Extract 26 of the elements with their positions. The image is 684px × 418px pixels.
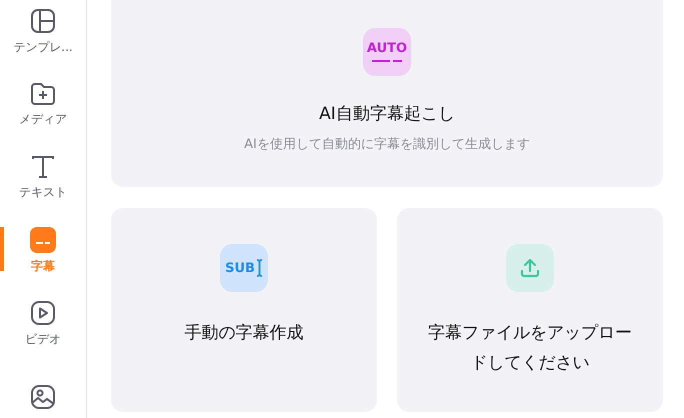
text-icon [31, 154, 55, 179]
active-indicator [0, 226, 4, 271]
option-card[interactable]: SUB 手動の字幕作成 [111, 208, 377, 412]
card-title: 字幕ファイルをアップロードしてください [427, 322, 633, 375]
upload-icon [506, 244, 554, 292]
sidebar-label: メディア [19, 110, 67, 128]
option-card[interactable]: 字幕ファイルをアップロードしてください [397, 208, 663, 412]
image-icon [30, 384, 56, 410]
subtitle-edit-icon: SUB [220, 244, 268, 292]
play-icon [30, 300, 56, 326]
feature-card[interactable]: AUTO AI自動字幕起こし AIを使用して自動的に字幕を識別して生成します [111, 0, 663, 187]
subtitle-icon [30, 227, 56, 254]
layout-icon [30, 8, 56, 34]
sidebar-item[interactable]: ビデオ [0, 288, 86, 361]
sidebar-label: 字幕 [31, 258, 55, 276]
folder-plus-icon [30, 82, 56, 106]
sidebar-label: ビデオ [25, 331, 61, 348]
card-description: AIを使用して自動的に字幕を識別して生成します [244, 136, 530, 153]
card-title: AI自動字幕起こし [319, 103, 455, 125]
sidebar-label: テンプレ... [13, 38, 73, 56]
auto-icon: AUTO [363, 28, 411, 76]
sidebar-item[interactable]: テキスト [0, 141, 86, 215]
card-title: 手動の字幕作成 [184, 322, 304, 345]
sidebar-label: テキスト [19, 184, 67, 201]
sidebar-item[interactable]: メディア [0, 68, 86, 142]
sidebar-item[interactable]: テンプレ... [0, 0, 86, 68]
